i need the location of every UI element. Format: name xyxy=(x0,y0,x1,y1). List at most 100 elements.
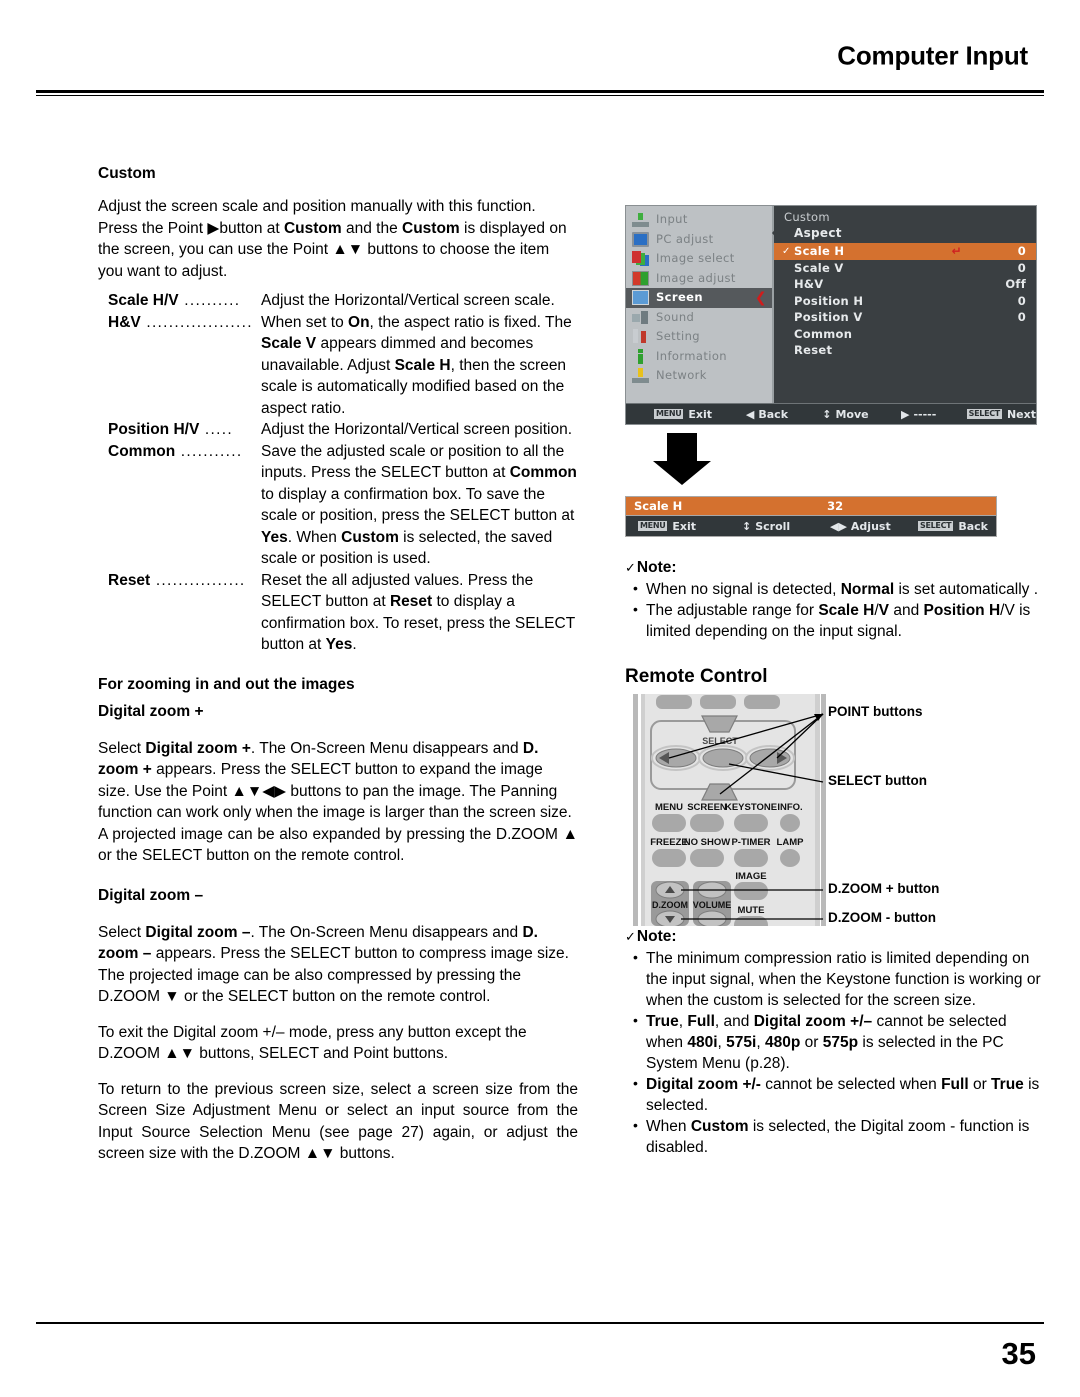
osd-row-value: 0 xyxy=(1017,310,1026,325)
check-icon: ✓ xyxy=(625,929,636,944)
definition-row: H&V ................... When set to On, … xyxy=(98,312,578,420)
osd-sidebar-item-sound[interactable]: Sound xyxy=(626,308,772,328)
svg-text:LAMP: LAMP xyxy=(777,837,805,848)
osd-sidebar-item-information[interactable]: Information xyxy=(626,347,772,367)
remote-control-figure: SELECT MENU SCREEN KEYSTONE INFO. FREEZE… xyxy=(625,694,1045,934)
definition-term-text: Common xyxy=(108,442,176,460)
definition-term-text: Reset xyxy=(108,571,151,589)
svg-text:MUTE: MUTE xyxy=(738,905,765,916)
definition-term-text: Scale H/V xyxy=(108,292,179,309)
osd-sidebar-item-screen[interactable]: Screen ❮ xyxy=(626,288,772,308)
osd-sidebar-item-label: Input xyxy=(656,212,688,226)
status-next[interactable]: SELECT Next xyxy=(966,407,1036,421)
digital-zoom-minus-heading: Digital zoom – xyxy=(98,886,204,904)
chevron-left-icon: ❮ xyxy=(754,289,767,306)
status-scroll[interactable]: ↕ Scroll xyxy=(742,520,830,533)
enter-arrow-icon: ↵ xyxy=(951,244,962,259)
osd-row-label: Reset xyxy=(794,343,833,358)
osd-row-scale-h[interactable]: ✓ Scale H ↵ 0 xyxy=(774,243,1036,260)
status-exit[interactable]: MENU Exit xyxy=(638,520,742,533)
osd-row-h-and-v[interactable]: H&V Off xyxy=(774,276,1036,293)
status-exit[interactable]: MENU Exit xyxy=(654,408,746,421)
osd-sidebar-item-label: Setting xyxy=(656,329,700,343)
callout-point-buttons: POINT buttons xyxy=(828,704,923,719)
note-item: The adjustable range for Scale H/V and P… xyxy=(633,599,1045,642)
osd-sidebar-item-setting[interactable]: Setting xyxy=(626,327,772,347)
osd-sidebar-item-label: Sound xyxy=(656,309,695,324)
osd-row-reset[interactable]: Reset xyxy=(774,342,1036,359)
definition-term: Common ........... xyxy=(98,441,261,570)
osd-panel-title: Custom xyxy=(784,210,830,224)
osd-sidebar-item-label: Screen xyxy=(656,290,703,304)
digital-zoom-minus-paragraph-1: Select Digital zoom –. The On-Screen Men… xyxy=(98,923,569,963)
osd-row-position-v[interactable]: Position V 0 xyxy=(774,309,1036,326)
definition-description: Adjust the Horizontal/Vertical screen sc… xyxy=(261,292,555,309)
osd-row-value: 0 xyxy=(1017,244,1026,259)
information-icon xyxy=(632,348,649,364)
osd-body: Input PC adjust Image select Image adjus… xyxy=(626,206,1036,403)
note-item: When no signal is detected, Normal is se… xyxy=(633,578,1045,600)
left-column: Custom Adjust the screen scale and posit… xyxy=(98,165,578,1165)
definition-dots: .......... xyxy=(178,292,241,309)
osd-screen-custom-menu: Input PC adjust Image select Image adjus… xyxy=(625,205,1037,425)
osd-row-scale-v[interactable]: Scale V 0 xyxy=(774,260,1036,277)
status-move[interactable]: ↕ Move xyxy=(822,408,901,421)
osd-sidebar-item-input[interactable]: Input xyxy=(626,210,772,230)
custom-definition-list: Scale H/V .......... Adjust the Horizont… xyxy=(98,290,578,656)
status-adjust[interactable]: ◀▶ Adjust xyxy=(830,520,918,533)
digital-zoom-plus-paragraph-2: A projected image can be also expanded b… xyxy=(98,825,578,865)
sound-icon xyxy=(632,309,649,325)
zoom-section-heading: For zooming in and out the images xyxy=(98,675,355,693)
status-back[interactable]: SELECT Back xyxy=(918,520,988,533)
note-block-top: ✓Note: When no signal is detected, Norma… xyxy=(625,559,1045,642)
osd-value-name: Scale H xyxy=(634,499,683,513)
select-key-icon: SELECT xyxy=(966,409,1002,419)
note-item: True, Full, and Digital zoom +/– cannot … xyxy=(633,1010,1045,1074)
footer-rule xyxy=(36,1322,1044,1324)
note-title: ✓Note: xyxy=(625,928,1045,946)
digital-zoom-plus-paragraph-1: Select Digital zoom +. The On-Screen Men… xyxy=(98,739,572,822)
status-dashes[interactable]: ▶ ----- xyxy=(901,408,967,421)
osd-row-label: H&V xyxy=(794,277,824,292)
osd-detail-panel: Custom Aspect ✓ Scale H ↵ 0 Scale V 0 H&… xyxy=(772,206,1036,403)
osd-row-value: Off xyxy=(1005,277,1026,292)
osd-row-value: 0 xyxy=(1017,260,1026,275)
svg-text:KEYSTONE: KEYSTONE xyxy=(725,802,777,813)
definition-term: Scale H/V .......... xyxy=(98,290,261,312)
definition-row: Scale H/V .......... Adjust the Horizont… xyxy=(98,290,578,312)
status-label: Next xyxy=(1006,407,1036,421)
osd-row-position-h[interactable]: Position H 0 xyxy=(774,293,1036,310)
note-title-text: Note: xyxy=(636,928,677,945)
arrow-right-icon: ▶ xyxy=(901,407,910,421)
osd-row-label: Position V xyxy=(794,310,863,325)
note-item: When Custom is selected, the Digital zoo… xyxy=(633,1115,1045,1158)
osd-sidebar-item-network[interactable]: Network xyxy=(626,366,772,386)
arrow-up-down-icon: ↕ xyxy=(742,519,752,533)
menu-key-icon: MENU xyxy=(654,409,684,419)
callout-select-button: SELECT button xyxy=(828,773,927,788)
header-rule-secondary xyxy=(36,95,1044,96)
right-column: Input PC adjust Image select Image adjus… xyxy=(625,205,1045,1158)
osd-sidebar-item-image-select[interactable]: Image select xyxy=(626,249,772,269)
svg-text:NO SHOW: NO SHOW xyxy=(684,837,730,848)
check-icon: ✓ xyxy=(782,245,791,257)
intro-p2-bold-custom-1: Custom xyxy=(283,219,342,237)
osd-status-bar: MENU Exit ◀ Back ↕ Move ▶ ----- SELECT N… xyxy=(626,403,1036,424)
osd-sidebar-item-pc-adjust[interactable]: PC adjust xyxy=(626,230,772,250)
status-label: ----- xyxy=(913,407,937,421)
definition-term-text: Position H/V xyxy=(108,421,200,438)
section-heading-custom: Custom xyxy=(98,165,156,182)
status-back[interactable]: ◀ Back xyxy=(746,408,822,421)
osd-value-number: 32 xyxy=(827,499,844,513)
screen-icon xyxy=(632,290,649,306)
digital-zoom-minus-paragraph-2: The projected image can be also compress… xyxy=(98,966,522,1006)
definition-term: Position H/V ..... xyxy=(98,419,261,441)
osd-row-label: Scale H xyxy=(794,244,845,259)
definition-description: Reset the all adjusted values. Press the… xyxy=(261,571,575,654)
page-title: Computer Input xyxy=(837,40,1028,71)
osd-row-common[interactable]: Common xyxy=(774,326,1036,343)
status-label: Adjust xyxy=(850,519,891,533)
osd-sidebar-item-label: Image select xyxy=(656,251,735,265)
note-list: When no signal is detected, Normal is se… xyxy=(625,578,1045,642)
osd-sidebar-item-image-adjust[interactable]: Image adjust xyxy=(626,269,772,289)
